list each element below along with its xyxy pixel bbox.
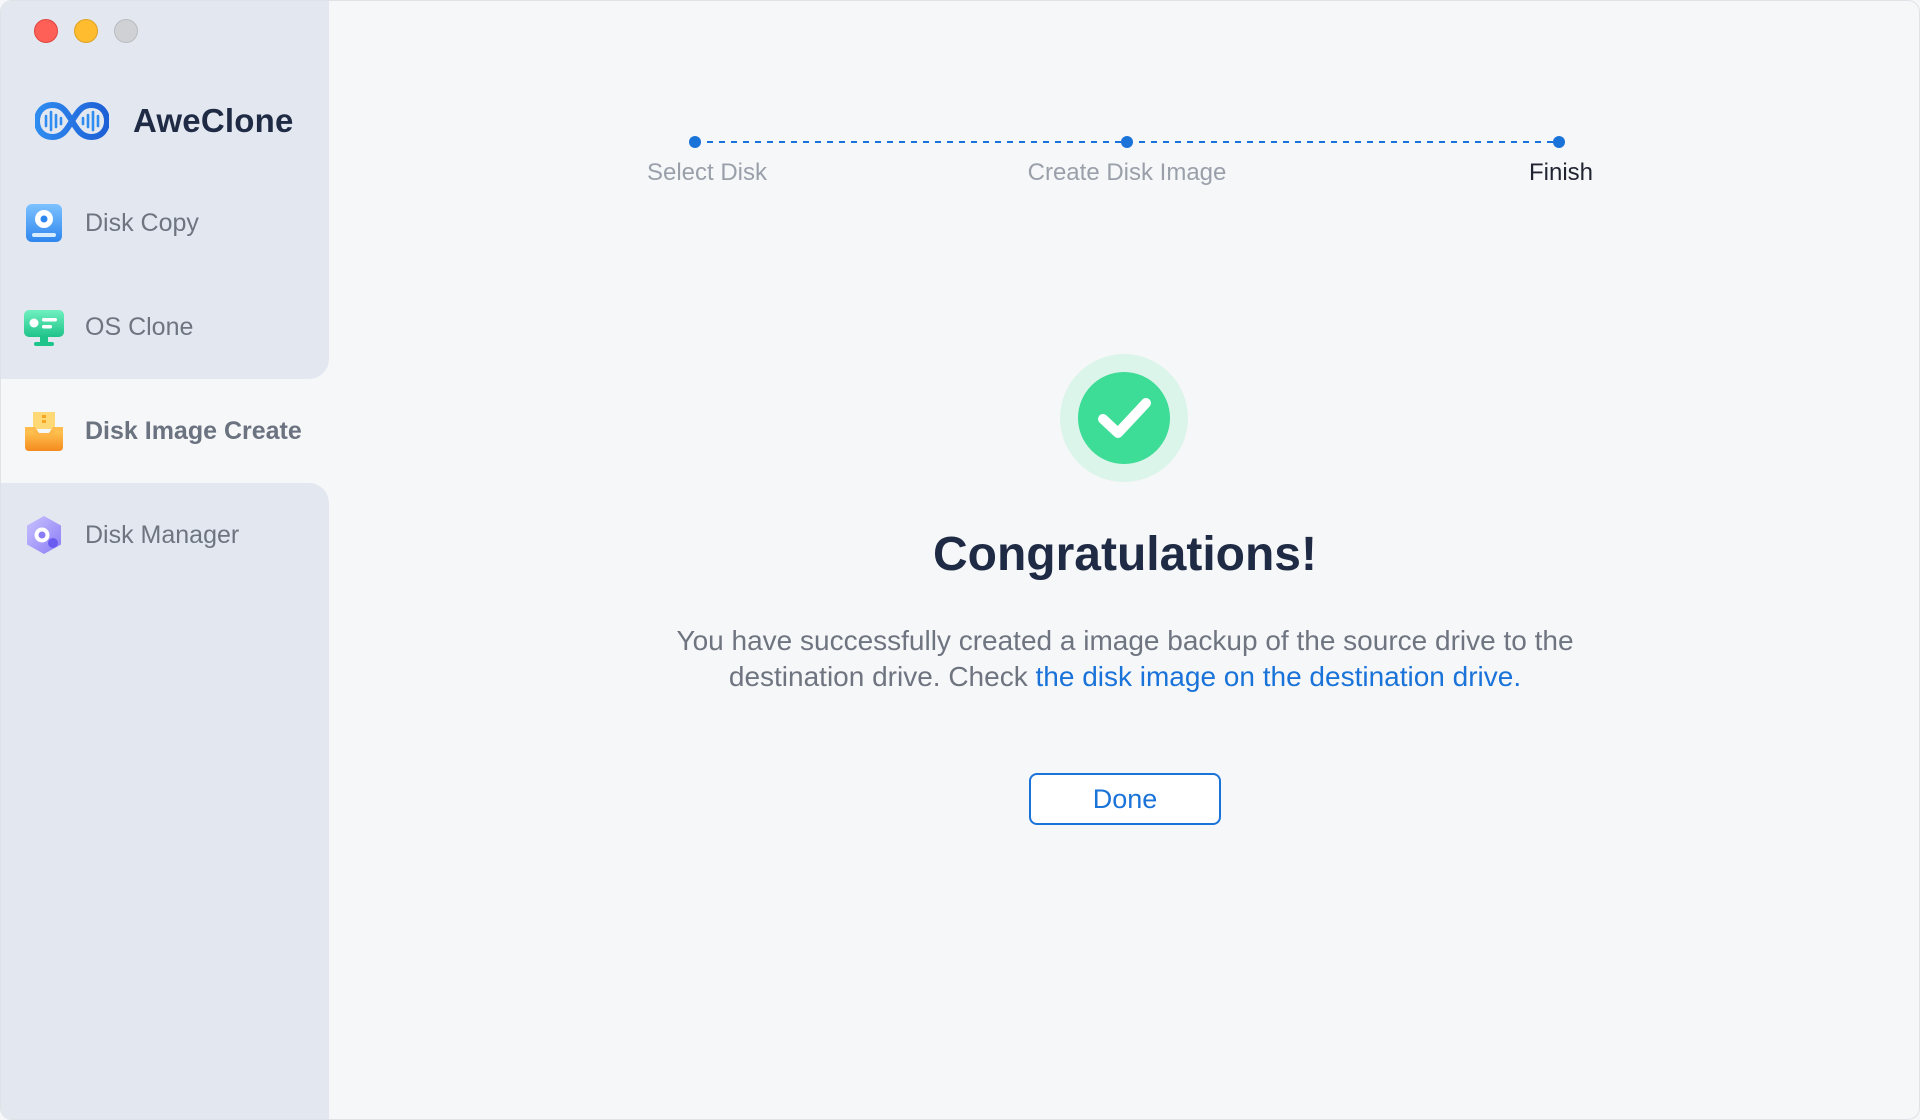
window-controls <box>34 19 138 43</box>
step-label-select-disk: Select Disk <box>646 159 768 186</box>
success-message: You have successfully created a image ba… <box>625 623 1625 695</box>
step-label-create-disk-image: Create Disk Image <box>1027 159 1227 186</box>
disk-copy-icon <box>23 202 65 244</box>
minimize-window-button[interactable] <box>74 19 98 43</box>
sidebar-item-disk-manager[interactable]: Disk Manager <box>1 483 329 587</box>
success-check-icon <box>1060 354 1188 482</box>
disk-manager-icon <box>23 514 65 556</box>
brand-name: AweClone <box>133 102 294 139</box>
open-disk-image-link[interactable]: the disk image on the destination drive. <box>1035 661 1521 692</box>
close-window-button[interactable] <box>34 19 58 43</box>
sidebar-item-disk-image-create[interactable]: Disk Image Create <box>1 379 329 483</box>
progress-stepper: Select Disk Create Disk Image Finish <box>329 1 1919 201</box>
sidebar-item-label: OS Clone <box>85 312 194 341</box>
disk-image-create-icon <box>23 410 65 452</box>
sidebar-item-label: Disk Manager <box>85 520 240 549</box>
maximize-window-button[interactable] <box>114 19 138 43</box>
sidebar: AweClone Disk Copy OS Clone Disk Image C… <box>1 1 329 1119</box>
sidebar-item-label: Disk Copy <box>85 208 199 237</box>
step-dot-select-disk <box>689 136 701 148</box>
infinity-wave-logo-icon <box>35 101 109 141</box>
app-window: AweClone Disk Copy OS Clone Disk Image C… <box>0 0 1920 1120</box>
step-dot-finish <box>1553 136 1565 148</box>
step-label-finish: Finish <box>1528 159 1594 186</box>
sidebar-item-label: Disk Image Create <box>85 416 302 445</box>
os-clone-icon <box>23 306 65 348</box>
sidebar-item-os-clone[interactable]: OS Clone <box>1 275 329 379</box>
brand: AweClone <box>35 99 294 143</box>
success-title: Congratulations! <box>933 528 1317 581</box>
step-dot-create-disk-image <box>1121 136 1133 148</box>
main-panel: Select Disk Create Disk Image Finish Con… <box>329 1 1919 1119</box>
done-button[interactable]: Done <box>1029 773 1221 825</box>
sidebar-item-disk-copy[interactable]: Disk Copy <box>1 171 329 275</box>
